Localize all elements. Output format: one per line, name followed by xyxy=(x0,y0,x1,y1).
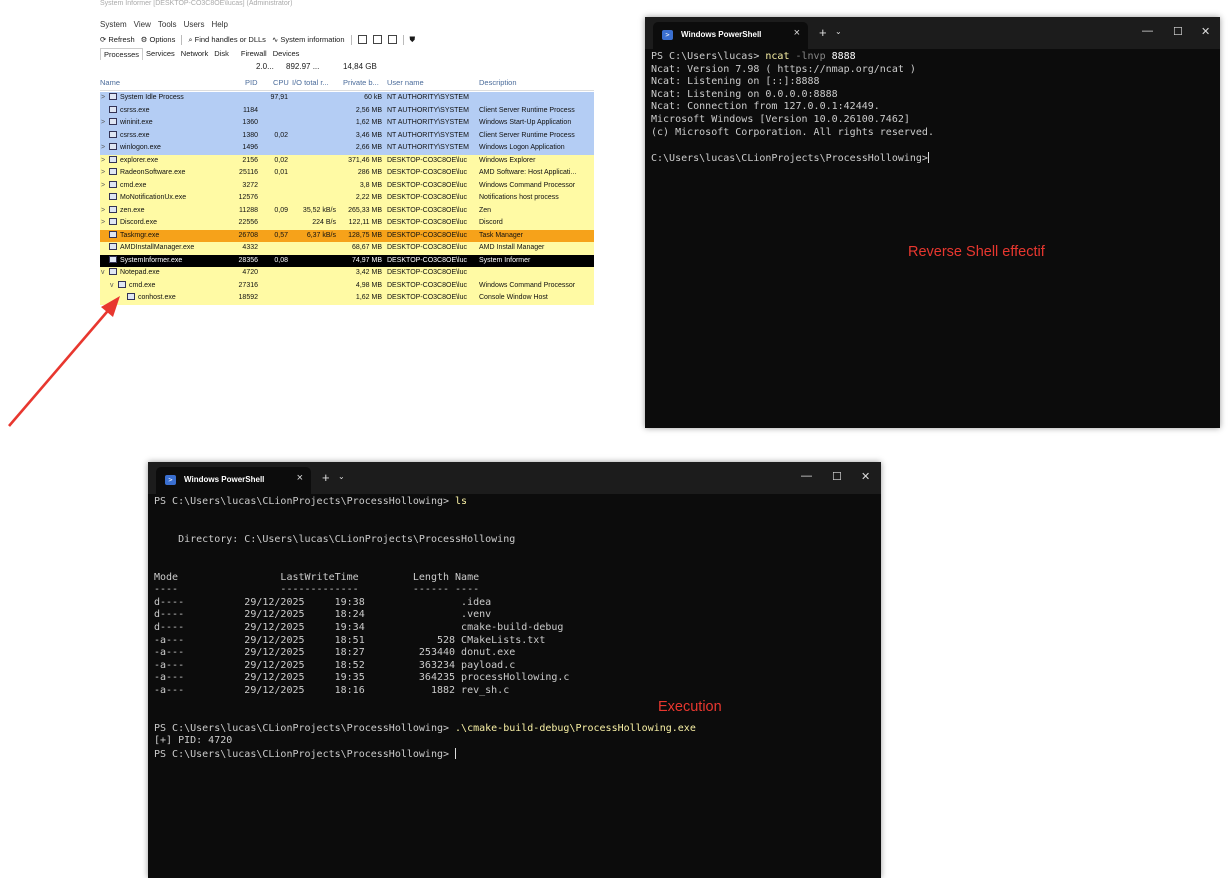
powershell-icon: > xyxy=(662,30,673,40)
maximize-icon[interactable]: ☐ xyxy=(1173,25,1183,38)
minimize-icon[interactable]: — xyxy=(1142,25,1153,37)
terminal-text: Ncat: Listening on [::]:8888 xyxy=(651,76,820,88)
terminal-line: ---- ------------- ------ ---- xyxy=(154,584,696,597)
terminal-line: Microsoft Windows [Version 10.0.26100.74… xyxy=(651,114,934,127)
terminal-text: -a--- 29/12/2025 19:35 364235 processHol… xyxy=(154,672,570,684)
terminal-line: Ncat: Version 7.98 ( https://nmap.org/nc… xyxy=(651,64,934,77)
terminal-text: Ncat: Listening on 0.0.0.0:8888 xyxy=(651,88,838,100)
terminal-line: [+] PID: 4720 xyxy=(154,735,696,748)
terminal-line: Ncat: Listening on 0.0.0.0:8888 xyxy=(651,89,934,102)
new-tab-icon[interactable]: + xyxy=(819,25,827,40)
terminal-text: PS C:\Users\lucas> xyxy=(651,51,766,62)
terminal-line: PS C:\Users\lucas\CLionProjects\ProcessH… xyxy=(154,747,696,761)
terminal-line: Ncat: Listening on [::]:8888 xyxy=(651,76,934,89)
tab-close-icon[interactable]: × xyxy=(794,27,800,39)
terminal-command-text: ls xyxy=(455,496,468,507)
terminal-text: -a--- 29/12/2025 18:27 253440 donut.exe xyxy=(154,647,516,659)
text-cursor xyxy=(927,151,929,163)
terminal-line: PS C:\Users\lucas> ncat -lnvp 8888 xyxy=(651,51,934,64)
terminal-line: PS C:\Users\lucas\CLionProjects\ProcessH… xyxy=(154,496,696,509)
terminal-text: Directory: C:\Users\lucas\CLionProjects\… xyxy=(154,533,516,545)
terminal-line: d---- 29/12/2025 18:24 .venv xyxy=(154,609,696,622)
tab-title: Windows PowerShell xyxy=(184,475,265,484)
chevron-down-icon[interactable]: ⌄ xyxy=(835,27,842,36)
powershell-window-ncat[interactable]: > Windows PowerShell × + ⌄ — ☐ ✕ PS C:\U… xyxy=(645,17,1220,428)
terminal-text: PS C:\Users\lucas\CLionProjects\ProcessH… xyxy=(154,722,456,734)
terminal-output[interactable]: PS C:\Users\lucas\CLionProjects\ProcessH… xyxy=(154,496,696,760)
terminal-text: Microsoft Windows [Version 10.0.26100.74… xyxy=(651,113,910,125)
powershell-window-execution[interactable]: > Windows PowerShell × + ⌄ — ☐ ✕ PS C:\U… xyxy=(148,462,881,878)
terminal-text: d---- 29/12/2025 18:24 .venv xyxy=(154,609,492,621)
terminal-line: PS C:\Users\lucas\CLionProjects\ProcessH… xyxy=(154,723,696,736)
annotation-reverse-shell: Reverse Shell effectif xyxy=(908,244,1045,260)
terminal-line: Mode LastWriteTime Length Name xyxy=(154,572,696,585)
close-icon[interactable]: ✕ xyxy=(861,470,870,483)
terminal-line: Directory: C:\Users\lucas\CLionProjects\… xyxy=(154,534,696,547)
minimize-icon[interactable]: — xyxy=(801,470,812,482)
terminal-line: d---- 29/12/2025 19:38 .idea xyxy=(154,597,696,610)
terminal-text: -a--- 29/12/2025 18:52 363234 payload.c xyxy=(154,659,516,671)
tab-close-icon[interactable]: × xyxy=(297,472,303,484)
terminal-command-text: .\cmake-build-debug\ProcessHollowing.exe xyxy=(455,722,696,734)
terminal-output[interactable]: PS C:\Users\lucas> ncat -lnvp 8888 Ncat: … xyxy=(651,51,934,164)
terminal-command-text: -lnvp xyxy=(795,51,832,62)
terminal-text: Mode LastWriteTime Length Name xyxy=(154,571,480,583)
close-icon[interactable]: ✕ xyxy=(1201,25,1210,38)
terminal-title-bar: > Windows PowerShell × + ⌄ — ☐ ✕ xyxy=(148,462,881,494)
terminal-text: ---- ------------- ------ ---- xyxy=(154,584,480,596)
tab-title: Windows PowerShell xyxy=(681,30,762,39)
terminal-text: d---- 29/12/2025 19:34 cmake-build-debug xyxy=(154,621,564,633)
terminal-line: Ncat: Connection from 127.0.0.1:42449. xyxy=(651,101,934,114)
terminal-text: C:\Users\lucas\CLionProjects\ProcessHoll… xyxy=(651,152,928,164)
terminal-text: (c) Microsoft Corporation. All rights re… xyxy=(651,126,934,138)
terminal-text: [+] PID: 4720 xyxy=(154,735,233,747)
new-tab-icon[interactable]: + xyxy=(322,470,330,485)
terminal-title-bar: > Windows PowerShell × + ⌄ — ☐ ✕ xyxy=(645,17,1220,49)
terminal-command-text: ncat xyxy=(765,51,796,62)
powershell-icon: > xyxy=(165,475,176,485)
terminal-tab[interactable]: > Windows PowerShell × xyxy=(653,22,808,49)
arrow-line xyxy=(8,305,113,427)
terminal-line: -a--- 29/12/2025 18:27 253440 donut.exe xyxy=(154,647,696,660)
text-cursor xyxy=(455,747,457,759)
terminal-text: PS C:\Users\lucas\CLionProjects\ProcessH… xyxy=(154,496,456,507)
chevron-down-icon[interactable]: ⌄ xyxy=(338,472,345,481)
terminal-line: -a--- 29/12/2025 18:16 1882 rev_sh.c xyxy=(154,685,696,698)
terminal-line: d---- 29/12/2025 19:34 cmake-build-debug xyxy=(154,622,696,635)
terminal-line: C:\Users\lucas\CLionProjects\ProcessHoll… xyxy=(651,151,934,165)
terminal-text: -a--- 29/12/2025 18:51 528 CMakeLists.tx… xyxy=(154,634,546,646)
terminal-line: -a--- 29/12/2025 19:35 364235 processHol… xyxy=(154,672,696,685)
maximize-icon[interactable]: ☐ xyxy=(832,470,842,483)
terminal-line: (c) Microsoft Corporation. All rights re… xyxy=(651,127,934,140)
terminal-text: Ncat: Version 7.98 ( https://nmap.org/nc… xyxy=(651,63,916,75)
terminal-text: PS C:\Users\lucas\CLionProjects\ProcessH… xyxy=(154,748,456,760)
terminal-tab[interactable]: > Windows PowerShell × xyxy=(156,467,311,494)
terminal-text: -a--- 29/12/2025 18:16 1882 rev_sh.c xyxy=(154,684,510,696)
terminal-line: -a--- 29/12/2025 18:52 363234 payload.c xyxy=(154,660,696,673)
terminal-command-text: 8888 xyxy=(831,51,856,62)
terminal-text: Ncat: Connection from 127.0.0.1:42449. xyxy=(651,101,880,113)
terminal-text: d---- 29/12/2025 19:38 .idea xyxy=(154,596,492,608)
terminal-line: -a--- 29/12/2025 18:51 528 CMakeLists.tx… xyxy=(154,635,696,648)
annotation-execution: Execution xyxy=(658,699,722,715)
